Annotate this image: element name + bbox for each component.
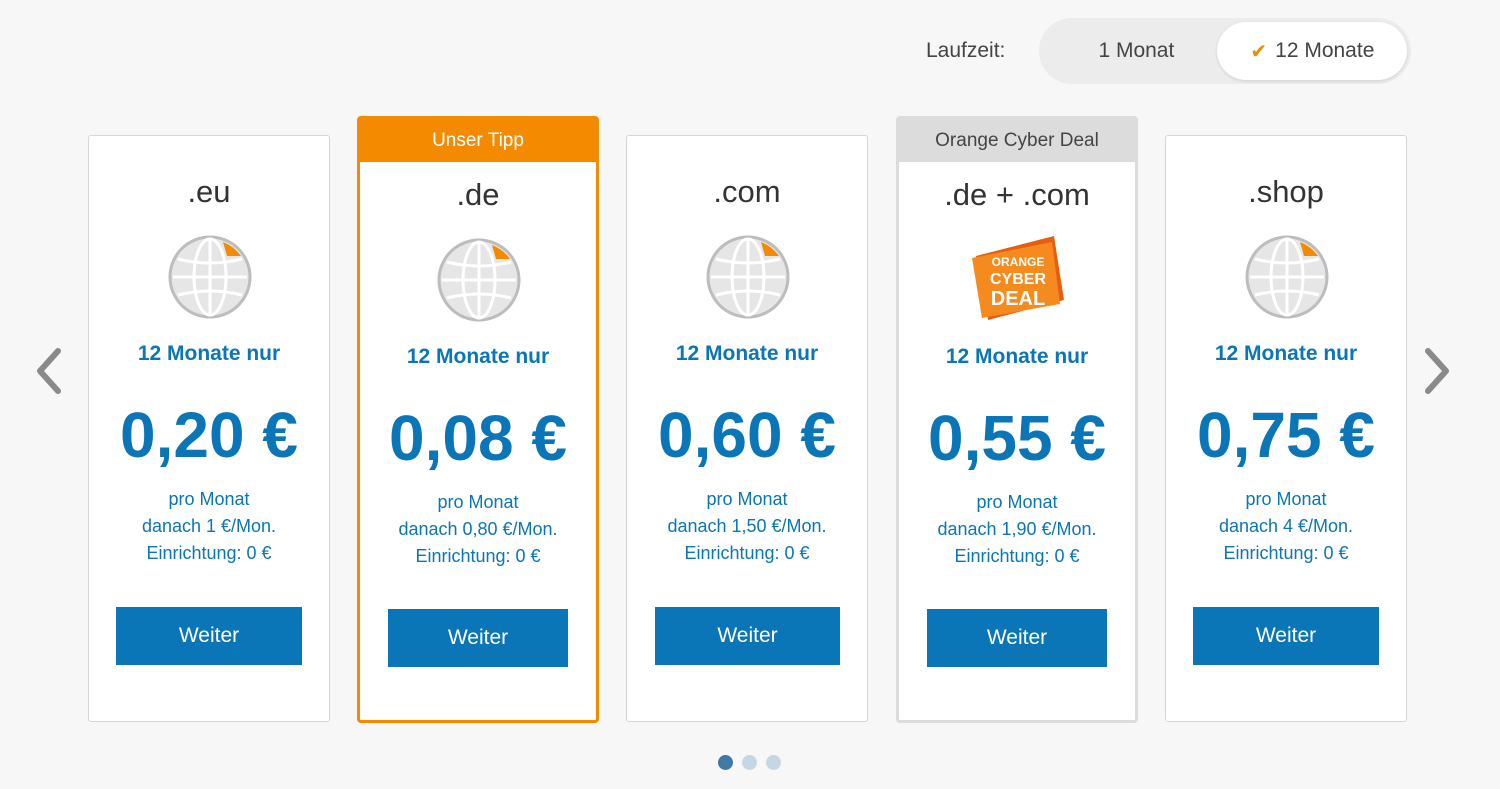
price-details: pro Monat danach 4 €/Mon. Einrichtung: 0… <box>1166 486 1406 567</box>
continue-button[interactable]: Weiter <box>116 607 302 665</box>
continue-button[interactable]: Weiter <box>927 609 1107 667</box>
price: 0,60 € <box>658 399 836 471</box>
tld-name: .de + .com <box>944 177 1090 212</box>
after-price-text: danach 1,90 €/Mon. <box>937 519 1097 539</box>
term-selector: Laufzeit: 1 Monat ✔ 12 Monate <box>926 18 1412 84</box>
promo-text: 12 Monate nur <box>406 345 550 368</box>
setup-fee-text: Einrichtung: 0 € <box>954 546 1080 566</box>
svg-text:DEAL: DEAL <box>991 288 1045 310</box>
after-price-text: danach 1,50 €/Mon. <box>667 516 827 536</box>
offer-card-de: Unser Tipp .de 12 Monate nur 0,08 € pro … <box>357 116 599 723</box>
recommendation-badge: Unser Tipp <box>360 119 596 162</box>
orange-cyber-deal-logo: ORANGE CYBER DEAL <box>968 234 1068 324</box>
per-month-text: pro Monat <box>437 492 519 512</box>
carousel-next-button[interactable] <box>1422 345 1452 397</box>
promo-text: 12 Monate nur <box>675 342 819 365</box>
term-option-label: 12 Monate <box>1275 39 1375 62</box>
term-label: Laufzeit: <box>926 39 1006 62</box>
deal-badge: Orange Cyber Deal <box>899 119 1135 162</box>
setup-fee-text: Einrichtung: 0 € <box>684 543 810 563</box>
globe-icon <box>167 234 253 320</box>
pagination-dot[interactable] <box>718 755 733 770</box>
price-details: pro Monat danach 1,90 €/Mon. Einrichtung… <box>899 489 1135 570</box>
chevron-left-icon <box>37 348 61 394</box>
price: 0,55 € <box>928 402 1106 474</box>
offer-card-shop: .shop 12 Monate nur 0,75 € pro Monat dan… <box>1165 135 1407 722</box>
setup-fee-text: Einrichtung: 0 € <box>415 546 541 566</box>
svg-text:ORANGE: ORANGE <box>992 255 1045 269</box>
setup-fee-text: Einrichtung: 0 € <box>1223 543 1349 563</box>
tld-name: .eu <box>187 174 231 209</box>
price: 0,75 € <box>1197 399 1375 471</box>
globe-icon <box>705 234 791 320</box>
price-details: pro Monat danach 1 €/Mon. Einrichtung: 0… <box>89 486 329 567</box>
after-price-text: danach 4 €/Mon. <box>1218 516 1354 536</box>
offer-card-eu: .eu 12 Monate nur 0,20 € pro Monat danac… <box>88 135 330 722</box>
per-month-text: pro Monat <box>168 489 250 509</box>
pagination-dot[interactable] <box>766 755 781 770</box>
term-switch: 1 Monat ✔ 12 Monate <box>1039 18 1412 84</box>
continue-button[interactable]: Weiter <box>1193 607 1379 665</box>
after-price-text: danach 0,80 €/Mon. <box>398 519 558 539</box>
tld-name: .de <box>456 177 500 212</box>
carousel-prev-button[interactable] <box>34 345 64 397</box>
setup-fee-text: Einrichtung: 0 € <box>146 543 272 563</box>
promo-text: 12 Monate nur <box>1214 342 1358 365</box>
tld-name: .com <box>713 174 781 209</box>
promo-text: 12 Monate nur <box>137 342 281 365</box>
checkmark-icon: ✔ <box>1250 40 1268 63</box>
pagination-dot[interactable] <box>742 755 757 770</box>
carousel-pagination <box>718 755 781 770</box>
per-month-text: pro Monat <box>976 492 1058 512</box>
price-details: pro Monat danach 0,80 €/Mon. Einrichtung… <box>360 489 596 570</box>
price-details: pro Monat danach 1,50 €/Mon. Einrichtung… <box>627 486 867 567</box>
continue-button[interactable]: Weiter <box>388 609 568 667</box>
chevron-right-icon <box>1425 348 1449 394</box>
continue-button[interactable]: Weiter <box>655 607 840 665</box>
price: 0,08 € <box>389 402 567 474</box>
term-option-12-months[interactable]: ✔ 12 Monate <box>1217 22 1408 80</box>
per-month-text: pro Monat <box>706 489 788 509</box>
globe-icon <box>1244 234 1330 320</box>
per-month-text: pro Monat <box>1245 489 1327 509</box>
term-option-label: 1 Monat <box>1098 39 1175 62</box>
price: 0,20 € <box>120 399 298 471</box>
offer-card-de-com: Orange Cyber Deal .de + .com ORANGE CYBE… <box>896 116 1138 723</box>
after-price-text: danach 1 €/Mon. <box>141 516 277 536</box>
term-option-1-month[interactable]: 1 Monat <box>1043 22 1229 80</box>
offer-card-com: .com 12 Monate nur 0,60 € pro Monat dana… <box>626 135 868 722</box>
svg-text:CYBER: CYBER <box>990 271 1046 288</box>
tld-name: .shop <box>1248 174 1324 209</box>
promo-text: 12 Monate nur <box>945 345 1089 368</box>
globe-icon <box>436 237 522 323</box>
